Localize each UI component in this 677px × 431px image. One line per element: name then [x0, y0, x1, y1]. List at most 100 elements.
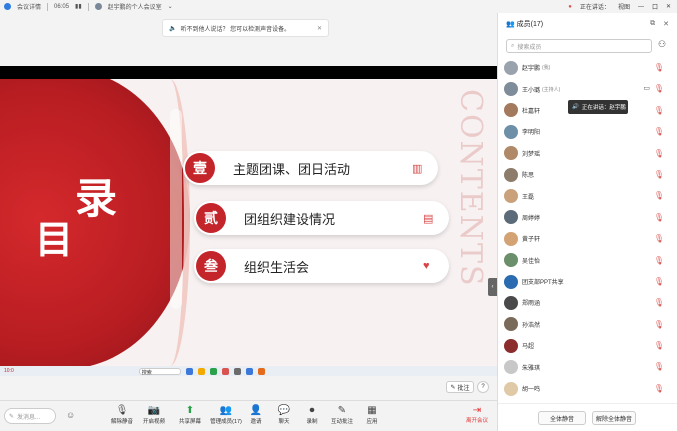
mic-muted-icon[interactable]: 🎙 — [654, 384, 664, 393]
member-row[interactable]: 李明阳 🎙 — [498, 121, 677, 142]
taskbar-app-icon — [257, 367, 265, 375]
member-row[interactable]: 胡一鸣 🎙 — [498, 378, 677, 399]
add-member-icon[interactable]: ⚇ — [658, 39, 672, 53]
members-button[interactable]: 👥 管理成员(17) — [210, 405, 242, 429]
annotate-icon: ✎ — [337, 405, 347, 416]
toc-item-2: 贰 团组织建设情况 ▤ — [194, 201, 449, 235]
member-row[interactable]: 孙浩然 🎙 — [498, 314, 677, 335]
leave-label: 离开会议 — [465, 418, 488, 424]
window-controls: ● 正在讲话： 视图 — 口 ✕ — [497, 0, 677, 13]
interactive-annotate-label: 互动批注 — [330, 419, 353, 425]
share-icon: ⬆ — [185, 405, 195, 416]
minimize-button[interactable]: — — [638, 4, 644, 10]
member-name: 孙浩然 — [522, 322, 541, 329]
taskbar-app-icon — [197, 367, 205, 375]
chevron-down-icon[interactable]: ⌄ — [168, 3, 173, 10]
invite-label: 邀请 — [250, 419, 262, 425]
video-button[interactable]: 📷 开启视频 — [140, 405, 168, 429]
members-panel-title: 成员(17) — [516, 21, 544, 28]
chat-icon: ✎ — [9, 413, 15, 420]
top-bar: 会议详情 06:05 ▮▮ 赵宇鹏的个人会议室 ⌄ — [0, 0, 497, 13]
interactive-annotate-button[interactable]: ✎ 互动批注 — [328, 405, 356, 429]
avatar — [504, 60, 518, 75]
members-panel-header: 👥 成员(17) ⧉ ✕ — [498, 13, 677, 35]
speaker-icon: 🔊 — [572, 104, 579, 110]
mic-muted-icon[interactable]: 🎙 — [654, 234, 664, 243]
toc-badge-3: 叁 — [196, 251, 226, 281]
help-icon[interactable]: ? — [477, 381, 489, 393]
member-name: 王小璐 — [522, 87, 541, 94]
avatar — [504, 253, 518, 268]
member-role: (主持人) — [542, 86, 561, 93]
mic-muted-icon[interactable]: 🎙 — [654, 127, 664, 136]
member-search-placeholder: 搜索成员 — [517, 44, 542, 51]
mic-muted-icon[interactable]: 🎙 — [654, 170, 664, 179]
mic-muted-icon[interactable]: 🎙 — [654, 298, 664, 307]
meeting-title[interactable]: 赵宇鹏的个人会议室 — [108, 2, 162, 11]
member-row[interactable]: 马超 🎙 — [498, 335, 677, 356]
member-row[interactable]: 朱雅琪 🎙 — [498, 356, 677, 377]
close-icon[interactable]: ✕ — [663, 20, 669, 28]
chat-button[interactable]: 💬 聊天 — [270, 405, 298, 429]
taskbar-app-icon — [245, 367, 253, 375]
record-icon: ⏺ — [309, 405, 315, 416]
app-name[interactable]: 会议详情 — [17, 2, 41, 11]
members-icon: 👥 — [219, 405, 233, 416]
mic-muted-icon[interactable]: 🎙 — [654, 320, 664, 329]
mic-muted-icon[interactable]: 🎙 — [654, 63, 664, 72]
slide: 目 录 CONTENTS 壹 主题团课、团日活动 ▥ 贰 团组织建设情况 ▤ 叁… — [0, 79, 497, 366]
notice-text[interactable]: 听不到他人说话？ 您可以检测声音设备。 — [180, 24, 290, 33]
side-panel-handle[interactable]: ‹ — [488, 278, 497, 296]
exit-icon: ⇥ — [472, 405, 482, 416]
view-button[interactable]: 视图 — [618, 2, 630, 11]
unmute-all-button[interactable]: 解除全体静音 — [592, 411, 636, 425]
unmute-button[interactable]: 🎙 解除静音 — [108, 405, 136, 429]
pen-icon: ✎ — [450, 384, 456, 391]
emoji-icon[interactable]: ☺ — [66, 410, 75, 420]
member-name: 刘梦瑶 — [522, 151, 541, 158]
popout-icon[interactable]: ⧉ — [650, 20, 655, 28]
mic-muted-icon[interactable]: 🎙 — [654, 106, 664, 115]
mic-muted-icon[interactable]: 🎙 — [654, 191, 664, 200]
mic-muted-icon[interactable]: 🎙 — [654, 341, 664, 350]
chat-input[interactable]: ✎ 发消息... — [4, 408, 56, 424]
member-name: 吴佳怡 — [522, 258, 541, 265]
member-row[interactable]: 刘梦瑶 🎙 — [498, 143, 677, 164]
member-name: 胡一鸣 — [522, 387, 541, 394]
record-button[interactable]: ⏺ 录制 — [298, 405, 326, 429]
close-button[interactable]: ✕ — [666, 3, 671, 10]
members-panel-footer: 全体静音 解除全体静音 — [498, 403, 677, 431]
member-row[interactable]: 周婷婷 🎙 — [498, 207, 677, 228]
mic-muted-icon[interactable]: 🎙 — [654, 84, 664, 93]
annotate-button[interactable]: ✎ 批注 — [446, 381, 474, 393]
leave-meeting-button[interactable]: ⇥ 离开会议 — [462, 405, 492, 429]
member-row[interactable]: 陈思 🎙 — [498, 164, 677, 185]
restore-button[interactable]: 口 — [652, 2, 658, 11]
invite-button[interactable]: 👤 邀请 — [242, 405, 270, 429]
shared-screen: 目 录 CONTENTS 壹 主题团课、团日活动 ▥ 贰 团组织建设情况 ▤ 叁… — [0, 66, 497, 366]
shared-taskbar: 10:0 搜索 — [0, 366, 497, 376]
member-row[interactable]: 团支部PPT共享 🎙 — [498, 271, 677, 292]
member-row[interactable]: 王小璐 (主持人) ▭ 🎙 — [498, 78, 677, 99]
share-screen-button[interactable]: ⬆ 共享屏幕 — [176, 405, 204, 429]
apps-icon: ▦ — [367, 405, 377, 416]
mic-muted-icon[interactable]: 🎙 — [654, 277, 664, 286]
mute-all-button[interactable]: 全体静音 — [538, 411, 586, 425]
member-search-input[interactable]: ⌕ 搜索成员 — [506, 39, 652, 53]
mic-muted-icon[interactable]: 🎙 — [654, 213, 664, 222]
member-row[interactable]: 郑雨涵 🎙 — [498, 292, 677, 313]
member-row[interactable]: 王磊 🎙 — [498, 185, 677, 206]
apps-button[interactable]: ▦ 应用 — [358, 405, 386, 429]
member-name: 团支部PPT共享 — [522, 280, 564, 287]
mic-muted-icon[interactable]: 🎙 — [654, 149, 664, 158]
invite-icon: 👤 — [249, 405, 263, 416]
book-icon: ▥ — [412, 163, 423, 175]
mic-muted-icon[interactable]: 🎙 — [654, 256, 664, 265]
member-row[interactable]: 赵宇鹏 (我) 🎙 — [498, 57, 677, 78]
avatar — [504, 360, 518, 375]
member-row[interactable]: 吴佳怡 🎙 — [498, 250, 677, 271]
close-icon[interactable]: ✕ — [317, 25, 322, 32]
mic-muted-icon[interactable]: 🎙 — [654, 362, 664, 371]
member-row[interactable]: 黄子轩 🎙 — [498, 228, 677, 249]
members-label: 管理成员(17) — [210, 419, 242, 425]
